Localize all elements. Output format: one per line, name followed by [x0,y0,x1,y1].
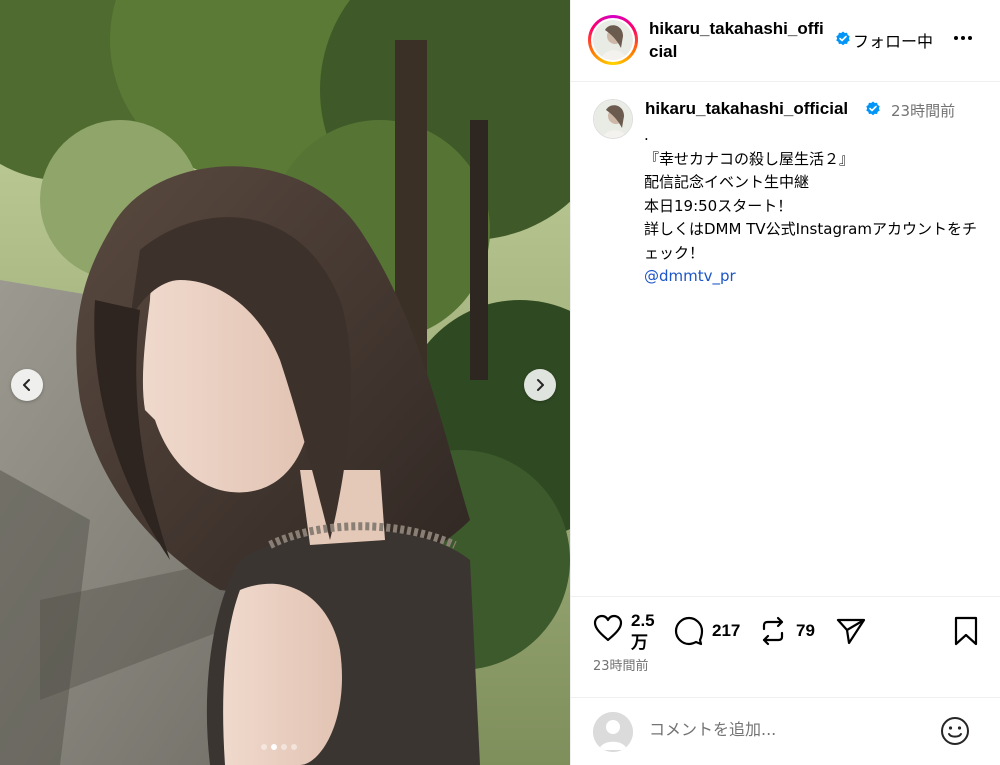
mention-link[interactable]: @dmmtv_pr [644,265,984,289]
instagram-post-dialog: hikaru_takahashi_official フォロー中 hikaru_t… [0,0,1000,765]
post-actions: 2.5万 217 79 23時間前 [571,596,1000,686]
carousel-next-button[interactable] [524,369,556,401]
caption-line: 配信記念イベント生中継 [644,173,810,191]
caption-line: 本日19:50スタート！ [644,196,793,215]
current-user-avatar [593,712,633,752]
add-comment-bar [571,697,1000,765]
carousel-dot [261,744,267,750]
carousel-dot [281,744,287,750]
header-username-link[interactable]: hikaru_takahashi_official [649,17,829,63]
post-header: hikaru_takahashi_official フォロー中 [571,0,1000,82]
caption-username-link[interactable]: hikaru_takahashi_official [645,99,848,119]
post-photo [0,0,570,765]
chevron-right-icon [537,379,544,391]
caption-timestamp[interactable]: 23時間前 [891,100,955,121]
bookmark-icon[interactable] [953,616,979,646]
post-side-panel: hikaru_takahashi_official フォロー中 hikaru_t… [570,0,1000,765]
caption-avatar[interactable] [593,99,633,139]
carousel-prev-button[interactable] [11,369,43,401]
repost-count: 79 [796,621,815,640]
comment-input[interactable] [649,720,929,739]
avatar [593,20,633,60]
caption-text: . 『幸せカナコの殺し屋生活２』 配信記念イベント生中継 本日19:50スタート… [644,124,984,289]
post-timestamp[interactable]: 23時間前 [593,655,649,674]
share-paper-plane-icon[interactable] [836,617,866,645]
post-media [0,0,570,765]
story-ring[interactable] [588,15,638,65]
verified-badge-icon [835,31,851,51]
more-options-icon[interactable] [954,36,972,40]
caption-line: 詳しくはDMM TV公式Instagramアカウントをチェック！ [644,220,977,262]
carousel-dot-active [271,744,277,750]
caption-line: . [644,126,649,144]
emoji-smile-icon[interactable] [940,716,970,750]
comment-bubble-icon[interactable] [674,616,704,646]
repost-icon[interactable] [758,616,788,646]
carousel-dot [291,744,297,750]
comment-count: 217 [712,621,741,640]
chevron-left-icon [23,379,30,391]
caption-line: 『幸せカナコの殺し屋生活２』 [644,149,855,168]
like-count[interactable]: 2.5万 [631,610,661,654]
verified-badge-icon [865,101,881,121]
carousel-indicator [261,744,297,750]
heart-icon[interactable] [593,614,623,642]
following-button[interactable]: フォロー中 [853,28,933,52]
